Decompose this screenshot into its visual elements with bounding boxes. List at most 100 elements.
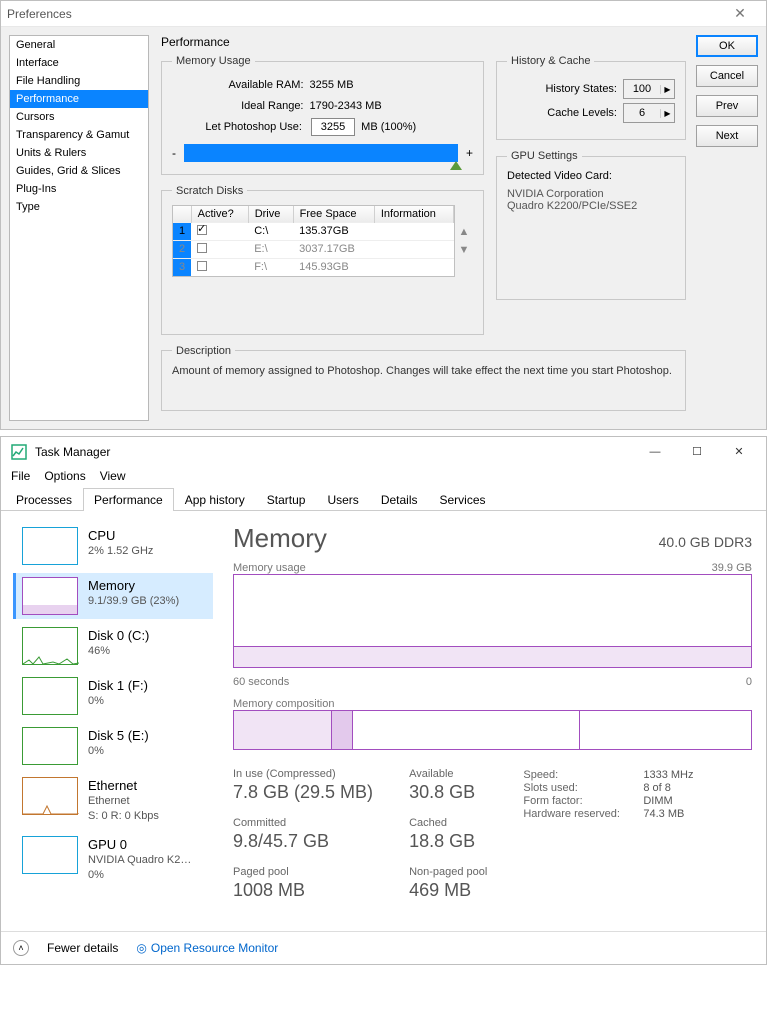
category-item[interactable]: Transparency & Gamut: [10, 126, 148, 144]
tab-details[interactable]: Details: [370, 488, 429, 511]
spec-slots-value: 8 of 8: [643, 782, 671, 794]
fewer-details-link[interactable]: Fewer details: [47, 941, 118, 955]
active-checkbox[interactable]: [197, 225, 207, 235]
paged-label: Paged pool: [233, 866, 373, 878]
spec-form-value: DIMM: [643, 795, 672, 807]
chevron-up-icon[interactable]: ˄: [13, 940, 29, 956]
maximize-icon[interactable]: ☐: [676, 438, 718, 466]
preferences-title: Preferences: [7, 7, 72, 21]
active-checkbox[interactable]: [197, 261, 207, 271]
slider-thumb-icon[interactable]: [450, 161, 462, 170]
sidebar-item-gpu[interactable]: GPU 0NVIDIA Quadro K2…0%: [13, 832, 213, 887]
resource-monitor-icon: ◎: [136, 941, 146, 955]
next-button[interactable]: Next: [696, 125, 758, 147]
history-cache-group: History & Cache History States: 100 ▶ Ca…: [496, 55, 686, 140]
tab-bar: ProcessesPerformanceApp historyStartupUs…: [1, 487, 766, 511]
category-item[interactable]: Interface: [10, 54, 148, 72]
tab-processes[interactable]: Processes: [5, 488, 83, 511]
available-ram-label: Available RAM:: [186, 75, 304, 96]
history-cache-legend: History & Cache: [507, 55, 594, 67]
move-up-icon[interactable]: ▲: [459, 226, 470, 238]
row-index: 1: [173, 222, 191, 240]
memory-use-input[interactable]: 3255: [311, 118, 355, 136]
sidebar-item-sub2: S: 0 R: 0 Kbps: [88, 809, 159, 824]
tab-services[interactable]: Services: [429, 488, 497, 511]
sidebar-thumb: [22, 777, 78, 815]
sidebar-item-sub: NVIDIA Quadro K2…: [88, 853, 191, 868]
slider-plus-icon[interactable]: +: [466, 146, 473, 160]
ideal-range-value: 1790-2343 MB: [310, 96, 460, 117]
sidebar-item-disk[interactable]: Disk 5 (E:)0%: [13, 723, 213, 769]
sidebar-thumb: [22, 527, 78, 565]
table-row[interactable]: 3F:\145.93GB: [173, 258, 454, 276]
tab-performance[interactable]: Performance: [83, 488, 174, 511]
cancel-button[interactable]: Cancel: [696, 65, 758, 87]
history-states-label: History States:: [507, 83, 623, 95]
menu-item[interactable]: Options: [44, 469, 85, 483]
active-checkbox[interactable]: [197, 243, 207, 253]
close-icon[interactable]: ✕: [718, 438, 760, 466]
sidebar-thumb: [22, 627, 78, 665]
cache-levels-value: 6: [624, 107, 660, 119]
inuse-label: In use (Compressed): [233, 768, 373, 780]
graph-label-right: 39.9 GB: [712, 562, 752, 574]
category-list: GeneralInterfaceFile HandlingPerformance…: [9, 35, 149, 421]
category-item[interactable]: Units & Rulers: [10, 144, 148, 162]
category-item[interactable]: File Handling: [10, 72, 148, 90]
stepper-arrow-icon[interactable]: ▶: [660, 109, 674, 118]
table-row[interactable]: 1C:\135.37GB: [173, 222, 454, 240]
inuse-value: 7.8 GB (29.5 MB): [233, 782, 373, 803]
sidebar-item-disk[interactable]: Disk 0 (C:)46%: [13, 623, 213, 669]
close-icon[interactable]: ✕: [720, 5, 760, 22]
task-manager-title: Task Manager: [35, 445, 110, 459]
category-item[interactable]: Cursors: [10, 108, 148, 126]
slider-minus-icon[interactable]: -: [172, 146, 176, 160]
scratch-disks-group: Scratch Disks Active? Drive Free Space I…: [161, 185, 484, 335]
tab-startup[interactable]: Startup: [256, 488, 317, 511]
tab-users[interactable]: Users: [316, 488, 369, 511]
memory-usage-group: Memory Usage Available RAM:3255 MB Ideal…: [161, 55, 484, 175]
committed-label: Committed: [233, 817, 373, 829]
sidebar-item-sub2: 0%: [88, 868, 191, 883]
sidebar-item-eth[interactable]: EthernetEthernetS: 0 R: 0 Kbps: [13, 773, 213, 828]
sidebar-item-mem[interactable]: Memory9.1/39.9 GB (23%): [13, 573, 213, 619]
stepper-arrow-icon[interactable]: ▶: [660, 85, 674, 94]
sidebar-thumb: [22, 677, 78, 715]
cache-levels-stepper[interactable]: 6 ▶: [623, 103, 675, 123]
spec-hw-label: Hardware reserved:: [523, 808, 633, 820]
category-item[interactable]: Type: [10, 198, 148, 216]
col-info[interactable]: Information: [374, 206, 453, 223]
prev-button[interactable]: Prev: [696, 95, 758, 117]
spec-speed-value: 1333 MHz: [643, 769, 693, 781]
category-item[interactable]: Performance: [10, 90, 148, 108]
menu-item[interactable]: File: [11, 469, 30, 483]
spec-hw-value: 74.3 MB: [643, 808, 684, 820]
sidebar-item-name: CPU: [88, 527, 153, 545]
history-states-stepper[interactable]: 100 ▶: [623, 79, 675, 99]
table-row[interactable]: 2E:\3037.17GB: [173, 240, 454, 258]
sidebar-item-name: Disk 0 (C:): [88, 627, 149, 645]
panel-heading: Memory: [233, 523, 327, 554]
minimize-icon[interactable]: —: [634, 438, 676, 466]
category-item[interactable]: Plug-Ins: [10, 180, 148, 198]
memory-composition-bar: [233, 710, 752, 750]
category-item[interactable]: General: [10, 36, 148, 54]
sidebar-item-cpu[interactable]: CPU2% 1.52 GHz: [13, 523, 213, 569]
tab-app-history[interactable]: App history: [174, 488, 256, 511]
menu-item[interactable]: View: [100, 469, 126, 483]
preferences-titlebar: Preferences ✕: [1, 1, 766, 27]
description-legend: Description: [172, 345, 235, 357]
col-free[interactable]: Free Space: [293, 206, 374, 223]
ok-button[interactable]: OK: [696, 35, 758, 57]
category-item[interactable]: Guides, Grid & Slices: [10, 162, 148, 180]
spec-form-label: Form factor:: [523, 795, 633, 807]
sidebar-thumb: [22, 577, 78, 615]
sidebar-item-disk[interactable]: Disk 1 (F:)0%: [13, 673, 213, 719]
col-active[interactable]: Active?: [191, 206, 248, 223]
graph-label-left: Memory usage: [233, 562, 306, 574]
open-resource-monitor-link[interactable]: ◎Open Resource Monitor: [136, 941, 278, 955]
move-down-icon[interactable]: ▼: [459, 244, 470, 256]
col-drive[interactable]: Drive: [248, 206, 293, 223]
memory-slider[interactable]: [184, 144, 458, 162]
free-cell: 145.93GB: [293, 258, 374, 276]
